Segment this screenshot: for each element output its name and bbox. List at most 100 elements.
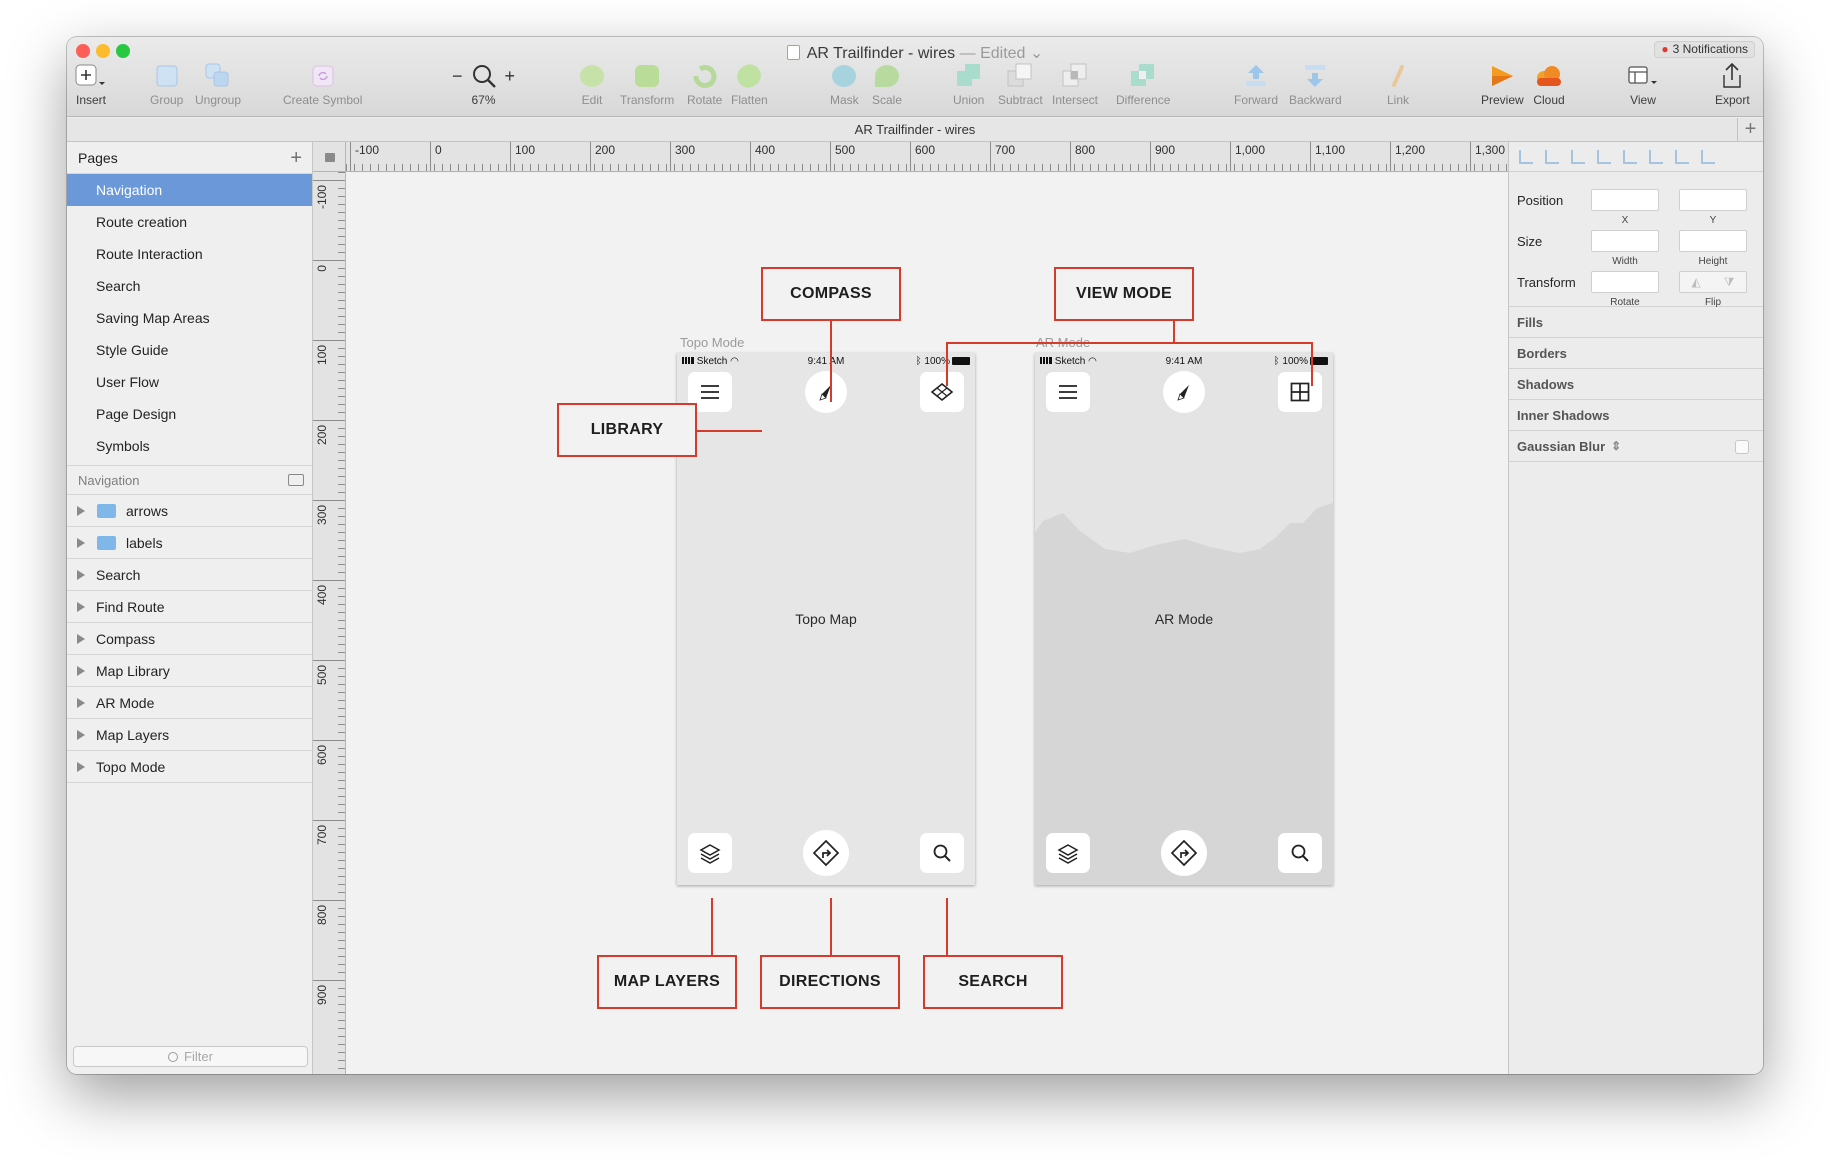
layer-map-library[interactable]: Map Library	[67, 655, 312, 687]
disclosure-triangle-icon[interactable]	[77, 633, 85, 644]
layer-topo-mode[interactable]: Topo Mode	[67, 751, 312, 783]
page-item-user-flow[interactable]: User Flow	[67, 366, 312, 398]
view-mode-button[interactable]	[920, 372, 964, 412]
export-button[interactable]: Export	[1715, 61, 1750, 107]
transform-button[interactable]: Transform	[620, 61, 674, 107]
mask-button[interactable]: Mask	[830, 61, 859, 107]
difference-button[interactable]: Difference	[1116, 61, 1170, 107]
view-mode-callout[interactable]: VIEW MODE	[1054, 267, 1194, 321]
gaussian-blur-checkbox[interactable]	[1735, 440, 1749, 454]
layer-ar-mode[interactable]: AR Mode	[67, 687, 312, 719]
union-button[interactable]: Union	[953, 61, 984, 107]
height-input[interactable]	[1679, 230, 1747, 252]
rotate-button[interactable]: Rotate	[687, 61, 722, 107]
width-input[interactable]	[1591, 230, 1659, 252]
shadows-section[interactable]: Shadows	[1509, 369, 1763, 400]
lock-icon[interactable]	[325, 153, 335, 162]
align-middle-icon[interactable]	[1675, 149, 1689, 164]
add-tab-button[interactable]: +	[1737, 118, 1763, 141]
design-canvas[interactable]: Topo Mode Sketch ◠ 9:41 AM ᛒ 100% Topo M…	[346, 173, 1508, 1074]
compass-button[interactable]	[1163, 371, 1205, 413]
layer-find-route[interactable]: Find Route	[67, 591, 312, 623]
layer-labels[interactable]: labels	[67, 527, 312, 559]
vertical-ruler[interactable]: -100 0 100 200 300 400 500 600 700 800 9…	[313, 172, 346, 1074]
align-left-icon[interactable]	[1571, 149, 1585, 164]
updown-chevron-icon[interactable]: ⇕	[1611, 439, 1621, 453]
layer-filter-input[interactable]: Filter	[73, 1046, 308, 1067]
directions-button[interactable]	[803, 830, 849, 876]
view-mode-button[interactable]	[1278, 372, 1322, 412]
page-item-route-creation[interactable]: Route creation	[67, 206, 312, 238]
layer-map-layers[interactable]: Map Layers	[67, 719, 312, 751]
borders-section[interactable]: Borders	[1509, 338, 1763, 369]
map-layers-button[interactable]	[688, 833, 732, 873]
preview-button[interactable]: Preview	[1481, 61, 1524, 107]
compass-button[interactable]	[805, 371, 847, 413]
create-symbol-button[interactable]: Create Symbol	[283, 61, 362, 107]
flip-horizontal-icon[interactable]: ◭	[1692, 275, 1701, 289]
fills-section[interactable]: Fills	[1509, 307, 1763, 338]
intersect-button[interactable]: Intersect	[1052, 61, 1098, 107]
page-item-search[interactable]: Search	[67, 270, 312, 302]
search-callout[interactable]: SEARCH	[923, 955, 1063, 1009]
ungroup-button[interactable]: Ungroup	[195, 61, 241, 107]
disclosure-triangle-icon[interactable]	[77, 697, 85, 708]
search-button[interactable]	[920, 833, 964, 873]
align-bottom-icon[interactable]	[1701, 149, 1715, 164]
align-center-icon[interactable]	[1597, 149, 1611, 164]
edit-button[interactable]: Edit	[580, 61, 604, 107]
directions-callout[interactable]: DIRECTIONS	[760, 955, 900, 1009]
artboard-ar-mode[interactable]: Sketch ◠ 9:41 AM ᛒ 100% AR Mode	[1035, 353, 1333, 885]
insert-button[interactable]: Insert	[75, 61, 107, 107]
link-button[interactable]: Link	[1387, 61, 1409, 107]
flip-vertical-icon[interactable]: ⧩	[1724, 275, 1735, 290]
page-item-symbols[interactable]: Symbols	[67, 430, 312, 462]
disclosure-triangle-icon[interactable]	[77, 601, 85, 612]
distribute-vertical-icon[interactable]	[1545, 149, 1559, 164]
distribute-horizontal-icon[interactable]	[1519, 149, 1533, 164]
disclosure-triangle-icon[interactable]	[77, 729, 85, 740]
flatten-button[interactable]: Flatten	[731, 60, 768, 107]
search-button[interactable]	[1278, 833, 1322, 873]
document-tab[interactable]: AR Trailfinder - wires	[855, 122, 976, 137]
gaussian-blur-section[interactable]: Gaussian Blur ⇕	[1509, 431, 1763, 462]
artboard-topo-mode[interactable]: Sketch ◠ 9:41 AM ᛒ 100% Topo Map	[677, 353, 975, 885]
align-right-icon[interactable]	[1623, 149, 1637, 164]
minimize-window-button[interactable]	[96, 44, 110, 58]
map-layers-button[interactable]	[1046, 833, 1090, 873]
backward-button[interactable]: Backward	[1289, 61, 1342, 107]
add-page-button[interactable]: +	[290, 148, 302, 168]
scale-button[interactable]: Scale	[872, 61, 902, 107]
disclosure-triangle-icon[interactable]	[77, 505, 85, 516]
page-item-page-design[interactable]: Page Design	[67, 398, 312, 430]
cloud-button[interactable]: Cloud	[1533, 61, 1565, 107]
directions-button[interactable]	[1161, 830, 1207, 876]
inner-shadows-section[interactable]: Inner Shadows	[1509, 400, 1763, 431]
compass-callout[interactable]: COMPASS	[761, 267, 901, 321]
layer-compass[interactable]: Compass	[67, 623, 312, 655]
library-menu-button[interactable]	[1046, 372, 1090, 412]
layer-arrows[interactable]: arrows	[67, 495, 312, 527]
align-top-icon[interactable]	[1649, 149, 1663, 164]
collapse-layers-icon[interactable]	[288, 474, 304, 486]
zoom-out-button[interactable]: −	[452, 66, 463, 87]
zoom-window-button[interactable]	[116, 44, 130, 58]
zoom-in-button[interactable]: +	[505, 66, 516, 87]
page-item-navigation[interactable]: Navigation	[67, 174, 312, 206]
group-button[interactable]: Group	[150, 61, 183, 107]
page-item-style-guide[interactable]: Style Guide	[67, 334, 312, 366]
position-x-input[interactable]	[1591, 189, 1659, 211]
disclosure-triangle-icon[interactable]	[77, 665, 85, 676]
page-item-saving-map-areas[interactable]: Saving Map Areas	[67, 302, 312, 334]
view-button[interactable]: View	[1627, 61, 1659, 107]
close-window-button[interactable]	[76, 44, 90, 58]
position-y-input[interactable]	[1679, 189, 1747, 211]
chevron-down-icon[interactable]: ⌄	[1030, 45, 1043, 62]
artboard-title-topo[interactable]: Topo Mode	[680, 335, 744, 350]
disclosure-triangle-icon[interactable]	[77, 569, 85, 580]
library-callout[interactable]: LIBRARY	[557, 403, 697, 457]
horizontal-ruler[interactable]: -100 0 100 200 300 400 500 600 700 800 9…	[346, 142, 1508, 172]
layer-search[interactable]: Search	[67, 559, 312, 591]
map-layers-callout[interactable]: MAP LAYERS	[597, 955, 737, 1009]
notifications-badge[interactable]: ● 3 Notifications	[1654, 41, 1755, 58]
